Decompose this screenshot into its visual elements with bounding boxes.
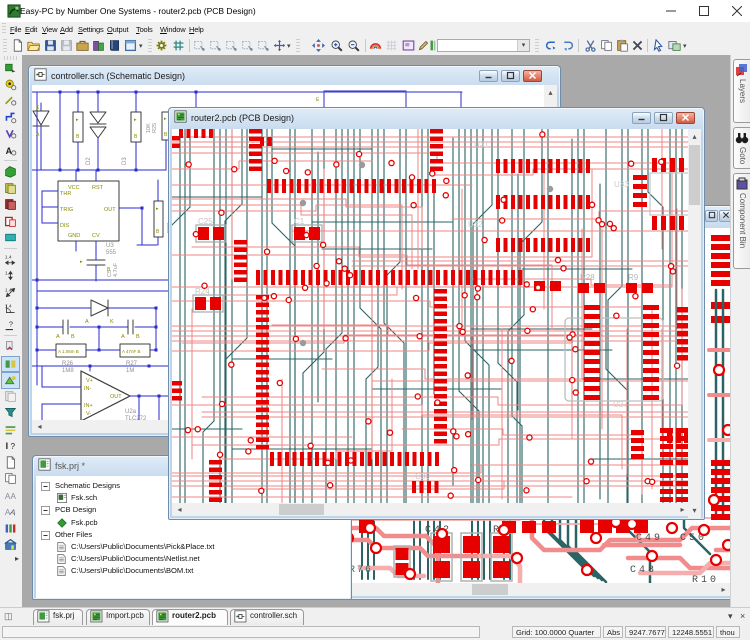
svg-text:IN+: IN+ bbox=[84, 403, 93, 409]
svg-text:R25: R25 bbox=[152, 123, 158, 133]
svg-text:A: A bbox=[9, 507, 17, 517]
svg-text:C49: C49 bbox=[636, 533, 663, 544]
svg-text:OUT: OUT bbox=[110, 394, 122, 400]
svg-text:A: A bbox=[6, 145, 13, 155]
svg-text:R76: R76 bbox=[349, 565, 373, 576]
svg-text:U31: U31 bbox=[474, 140, 489, 149]
svg-text:CV: CV bbox=[92, 233, 100, 239]
svg-text:K: K bbox=[110, 319, 114, 325]
svg-text:A: A bbox=[121, 334, 125, 340]
svg-text:I: I bbox=[6, 441, 8, 451]
svg-text:D2: D2 bbox=[86, 157, 92, 165]
svg-text:U33: U33 bbox=[614, 180, 629, 189]
svg-text:TRIG: TRIG bbox=[60, 207, 73, 213]
svg-text:1.4: 1.4 bbox=[5, 287, 12, 293]
svg-text:B: B bbox=[136, 334, 140, 340]
svg-text:U2a: U2a bbox=[125, 409, 137, 415]
svg-text:GND: GND bbox=[68, 233, 80, 239]
svg-text:4.7uF: 4.7uF bbox=[113, 262, 119, 277]
svg-text:10K: 10K bbox=[146, 123, 152, 133]
svg-text:?: ? bbox=[9, 319, 13, 328]
svg-text:DIS: DIS bbox=[60, 223, 70, 229]
svg-text:R10: R10 bbox=[692, 575, 719, 583]
svg-text:C1: C1 bbox=[294, 217, 305, 226]
svg-text:A: A bbox=[85, 319, 89, 325]
svg-text:?: ? bbox=[11, 442, 16, 451]
svg-text:A 47nF B: A 47nF B bbox=[122, 349, 141, 354]
svg-text:RST: RST bbox=[92, 185, 104, 191]
svg-text:IN-: IN- bbox=[84, 386, 92, 392]
svg-text:R28: R28 bbox=[580, 273, 595, 282]
svg-text:U3: U3 bbox=[106, 243, 114, 249]
svg-text:V-: V- bbox=[86, 411, 91, 417]
svg-text:1.4: 1.4 bbox=[5, 254, 12, 260]
svg-text:555: 555 bbox=[106, 250, 117, 256]
svg-text:U27: U27 bbox=[613, 400, 628, 409]
svg-text:C30: C30 bbox=[415, 472, 430, 481]
svg-text:A: A bbox=[56, 334, 60, 340]
svg-text:R9: R9 bbox=[628, 273, 639, 282]
svg-text:C48: C48 bbox=[630, 565, 657, 576]
svg-text:1M8: 1M8 bbox=[62, 368, 74, 374]
svg-text:U32: U32 bbox=[468, 220, 483, 229]
svg-text:1M: 1M bbox=[126, 368, 134, 374]
svg-text:A: A bbox=[11, 491, 17, 500]
svg-text:A 1.06m B: A 1.06m B bbox=[58, 349, 79, 354]
svg-text:D3: D3 bbox=[122, 157, 128, 165]
svg-text:C25: C25 bbox=[198, 217, 213, 226]
svg-text:V+: V+ bbox=[86, 378, 93, 384]
svg-text:THR: THR bbox=[60, 191, 71, 197]
svg-text:B: B bbox=[71, 334, 75, 340]
svg-text:OUT: OUT bbox=[104, 207, 116, 213]
